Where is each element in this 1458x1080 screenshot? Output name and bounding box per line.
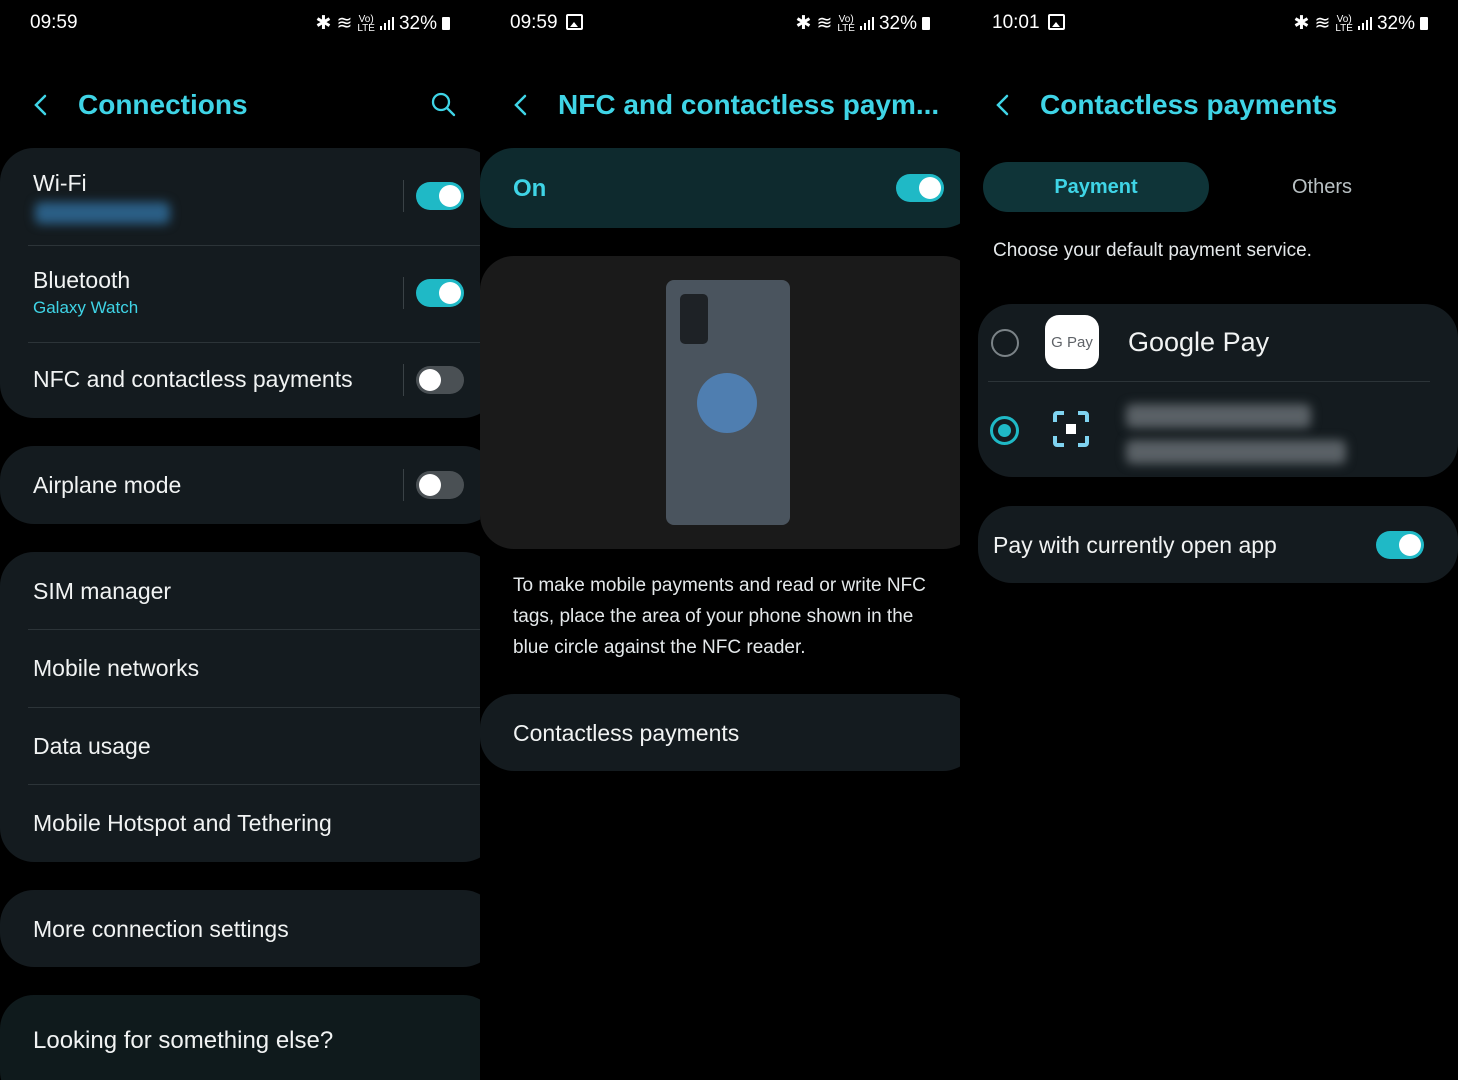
back-icon[interactable] — [992, 94, 1014, 116]
service-google-pay-row[interactable]: G Pay Google Pay — [978, 304, 1458, 381]
airplane-row[interactable]: Airplane mode — [0, 446, 480, 524]
nfc-description: To make mobile payments and read or writ… — [513, 575, 926, 658]
wifi-status-icon: ≋ — [336, 13, 353, 34]
nfc-row[interactable]: NFC and contactless payments — [0, 342, 480, 418]
bluetooth-row[interactable]: Bluetooth Galaxy Watch — [0, 245, 480, 342]
contactless-payments-card[interactable]: Contactless payments — [480, 694, 960, 771]
wifi-status-icon: ≋ — [1314, 13, 1331, 34]
page-header: Connections — [30, 80, 460, 130]
mobile-networks-row[interactable]: Mobile networks — [0, 629, 480, 706]
bluetooth-status-icon: ✱ — [315, 13, 332, 34]
network-card: SIM manager Mobile networks Data usage M… — [0, 552, 480, 862]
status-bar: 09:59 ✱ ≋ Vo) LTE 32% — [510, 12, 930, 38]
image-notification-icon — [565, 14, 583, 30]
nfc-illustration — [480, 256, 960, 549]
page-title: Connections — [78, 89, 248, 120]
service-name-hidden-line1 — [1126, 404, 1311, 428]
hotspot-row[interactable]: Mobile Hotspot and Tethering — [0, 784, 480, 862]
signal-icon — [859, 17, 874, 30]
battery-icon — [922, 17, 930, 30]
connections-panel: 09:59 ✱ ≋ Vo) LTE 32% Connections Wi-Fi B… — [0, 0, 480, 1080]
status-bar: 10:01 ✱ ≋ Vo) LTE 32% — [992, 12, 1428, 38]
airplane-label: Airplane mode — [33, 472, 182, 498]
scan-pay-icon — [1053, 411, 1089, 447]
data-usage-row[interactable]: Data usage — [0, 707, 480, 784]
nfc-label: NFC and contactless payments — [33, 366, 353, 392]
bluetooth-label: Bluetooth — [33, 267, 131, 293]
battery-percent: 32% — [398, 12, 437, 34]
bluetooth-status-icon: ✱ — [1293, 13, 1310, 34]
signal-icon — [1357, 17, 1372, 30]
airplane-card: Airplane mode — [0, 446, 480, 524]
other-service-radio[interactable] — [990, 416, 1019, 445]
service-other-row[interactable] — [978, 382, 1458, 477]
pay-open-app-card[interactable]: Pay with currently open app — [978, 506, 1458, 583]
page-header: NFC and contactless paym... — [510, 80, 940, 130]
battery-icon — [1420, 17, 1428, 30]
tab-others[interactable]: Others — [1209, 162, 1435, 212]
status-time: 10:01 — [992, 12, 1040, 33]
status-time: 09:59 — [510, 12, 558, 33]
airplane-toggle[interactable] — [416, 471, 464, 499]
volte-status-icon: Vo) LTE — [1335, 13, 1353, 34]
pay-open-app-label: Pay with currently open app — [993, 532, 1277, 558]
phone-back-illustration — [666, 280, 790, 525]
sim-manager-row[interactable]: SIM manager — [0, 552, 480, 629]
wifi-toggle[interactable] — [416, 182, 464, 210]
back-icon[interactable] — [510, 94, 532, 116]
page-title: NFC and contactless paym... — [558, 89, 940, 120]
google-pay-label: Google Pay — [1128, 327, 1270, 357]
volte-status-icon: Vo) LTE — [357, 13, 375, 34]
nfc-toggle[interactable] — [416, 366, 464, 394]
signal-icon — [379, 17, 394, 30]
payment-tabs: Payment Others — [983, 162, 1453, 212]
search-icon[interactable] — [430, 91, 456, 117]
contactless-payments-label: Contactless payments — [513, 720, 740, 746]
looking-for-card: Looking for something else? — [0, 995, 480, 1080]
wifi-status-icon: ≋ — [816, 13, 833, 34]
wifi-row[interactable]: Wi-Fi — [0, 148, 480, 245]
battery-percent: 32% — [1376, 12, 1415, 34]
nfc-master-switch-card[interactable]: On — [480, 148, 960, 228]
google-pay-radio[interactable] — [991, 329, 1019, 357]
nfc-master-toggle[interactable] — [896, 174, 944, 202]
battery-icon — [442, 17, 450, 30]
payment-services-card: G Pay Google Pay — [978, 304, 1458, 477]
bluetooth-toggle[interactable] — [416, 279, 464, 307]
bluetooth-device: Galaxy Watch — [33, 298, 139, 317]
google-pay-icon: G Pay — [1045, 315, 1099, 369]
wifi-network-name-hidden — [35, 202, 170, 224]
camera-illustration — [680, 294, 708, 344]
image-notification-icon — [1047, 14, 1065, 30]
wifi-label: Wi-Fi — [33, 170, 87, 196]
tab-payment[interactable]: Payment — [983, 162, 1209, 212]
pay-open-app-toggle[interactable] — [1376, 531, 1424, 559]
more-connection-settings-row[interactable]: More connection settings — [0, 890, 480, 967]
choose-default-text: Choose your default payment service. — [993, 240, 1312, 261]
more-settings-card: More connection settings — [0, 890, 480, 967]
page-header: Contactless payments — [992, 80, 1438, 130]
service-name-hidden-line2 — [1126, 440, 1346, 464]
status-time: 09:59 — [30, 12, 78, 33]
master-switch-label: On — [513, 175, 547, 202]
battery-percent: 32% — [878, 12, 917, 34]
bluetooth-status-icon: ✱ — [795, 13, 812, 34]
nfc-panel: 09:59 ✱ ≋ Vo) LTE 32% NFC and contactless… — [480, 0, 960, 1080]
looking-for-something-row[interactable]: Looking for something else? — [0, 995, 480, 1080]
connections-card-main: Wi-Fi Bluetooth Galaxy Watch NFC and con… — [0, 148, 480, 418]
volte-status-icon: Vo) LTE — [837, 13, 855, 34]
back-icon[interactable] — [30, 94, 52, 116]
contactless-panel: 10:01 ✱ ≋ Vo) LTE 32% Contactless payment… — [978, 0, 1458, 1080]
status-bar: 09:59 ✱ ≋ Vo) LTE 32% — [30, 12, 450, 38]
nfc-area-circle — [697, 373, 757, 433]
google-pay-icon-text: G Pay — [1051, 333, 1093, 351]
page-title: Contactless payments — [1040, 89, 1338, 120]
